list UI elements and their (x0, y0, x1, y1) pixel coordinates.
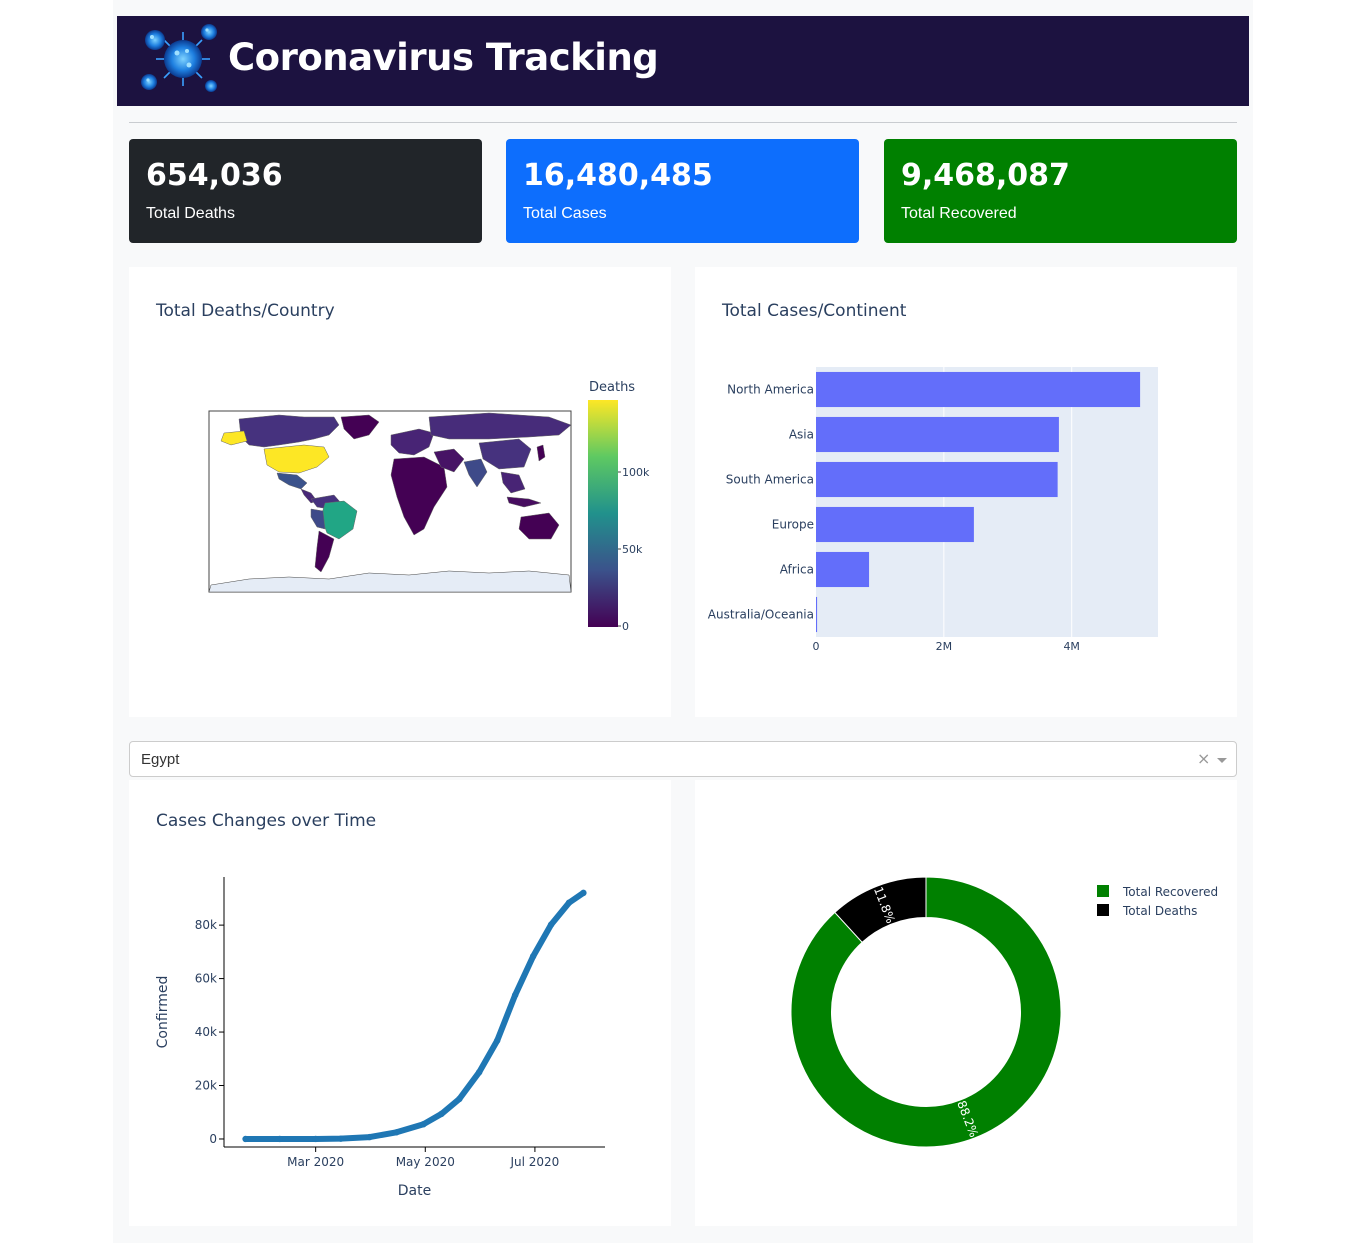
bar[interactable] (816, 551, 870, 588)
data-point[interactable] (493, 1037, 501, 1044)
divider (129, 122, 1237, 123)
y-tick-label: Africa (780, 563, 814, 577)
total-recovered-label: Total Recovered (901, 205, 1017, 222)
cases-over-time-card: Cases Changes over Time 80k 60k 40k 20k 0 Mar… (129, 780, 671, 1226)
data-point[interactable] (366, 1133, 373, 1141)
data-point[interactable] (337, 1135, 345, 1142)
bar[interactable] (816, 461, 1058, 498)
legend-label[interactable]: Total Deaths (1122, 904, 1197, 918)
outcome-donut-card: 88.2% 11.8% Total Recovered Total Deaths (695, 780, 1237, 1226)
clear-icon[interactable]: × (1197, 750, 1210, 770)
y-tick-label: 60k (195, 972, 217, 986)
virus-icon (141, 24, 217, 92)
line-chart[interactable]: 80k 60k 40k 20k 0 Mar 2020 May 2020 Jul 2020 Dat… (129, 780, 671, 1226)
x-tick-label: 4M (1063, 640, 1080, 653)
y-tick-label: Australia/Oceania (708, 608, 814, 622)
bar-chart[interactable]: 0 2M 4M North America Asia South America Europ… (695, 267, 1237, 717)
y-tick-label: North America (727, 383, 814, 397)
x-tick-label: 2M (936, 640, 953, 653)
data-point[interactable] (456, 1095, 463, 1103)
x-tick-label: Mar 2020 (287, 1155, 344, 1169)
data-point[interactable] (242, 1135, 249, 1143)
colorbar-title: Deaths (589, 380, 635, 395)
legend-swatch[interactable] (1097, 904, 1109, 916)
bar[interactable] (816, 596, 818, 633)
total-deaths-card: 654,036 Total Deaths (129, 139, 482, 243)
data-point[interactable] (529, 953, 537, 960)
bar[interactable] (816, 506, 974, 543)
data-point[interactable] (438, 1110, 445, 1118)
legend-swatch[interactable] (1097, 885, 1109, 897)
total-recovered-value: 9,468,087 (901, 158, 1070, 193)
dashboard: Coronavirus Tracking 654,036 Total Death… (113, 0, 1253, 1243)
total-cases-label: Total Cases (523, 205, 607, 222)
legend-label[interactable]: Total Recovered (1122, 885, 1218, 899)
colorbar (588, 400, 618, 627)
app-title: Coronavirus Tracking (228, 36, 659, 79)
y-axis-title: Confirmed (155, 976, 171, 1049)
y-tick-label: Asia (789, 428, 814, 442)
data-point[interactable] (312, 1135, 319, 1143)
deaths-map-card: Total Deaths/Country Deaths 100k 50k 0 (129, 267, 671, 717)
data-point[interactable] (511, 991, 519, 999)
y-tick-label: 0 (209, 1132, 217, 1146)
data-point[interactable] (547, 921, 555, 928)
donut-chart[interactable]: 88.2%11.8% Total RecoveredTotal Deaths (695, 780, 1237, 1226)
colorbar-tick-100k: 100k (622, 466, 650, 479)
total-deaths-value: 654,036 (146, 158, 283, 193)
x-tick-label: May 2020 (396, 1155, 455, 1169)
data-point[interactable] (580, 889, 587, 897)
data-point[interactable] (565, 899, 573, 906)
y-tick-label: 40k (195, 1025, 217, 1039)
confirmed-series-line[interactable] (242, 889, 587, 1142)
data-point[interactable] (475, 1068, 483, 1076)
choropleth-map[interactable]: Deaths 100k 50k 0 (129, 267, 671, 717)
bar[interactable] (816, 416, 1059, 453)
y-tick-label: Europe (772, 518, 814, 532)
colorbar-tick-0: 0 (622, 620, 629, 633)
x-axis-title: Date (398, 1183, 431, 1199)
cases-by-continent-card: Total Cases/Continent 0 2M 4M North America… (695, 267, 1237, 717)
y-tick-label: 20k (195, 1079, 217, 1093)
total-deaths-label: Total Deaths (146, 205, 235, 222)
plot-area (816, 367, 1158, 637)
country-dropdown[interactable]: Egypt × (129, 741, 1237, 777)
y-tick-label: 80k (195, 918, 217, 932)
y-tick-label: South America (726, 473, 814, 487)
total-cases-value: 16,480,485 (523, 158, 713, 193)
data-point[interactable] (276, 1135, 283, 1143)
data-point[interactable] (393, 1129, 400, 1136)
x-tick-label: Jul 2020 (509, 1155, 559, 1169)
colorbar-tick-50k: 50k (622, 543, 643, 556)
bar[interactable] (816, 371, 1141, 408)
total-cases-card: 16,480,485 Total Cases (506, 139, 859, 243)
x-tick-label: 0 (813, 640, 820, 653)
header-banner: Coronavirus Tracking (117, 16, 1249, 106)
dropdown-selected-value: Egypt (141, 751, 180, 768)
total-recovered-card: 9,468,087 Total Recovered (884, 139, 1237, 243)
chevron-down-icon[interactable] (1217, 758, 1227, 763)
data-point[interactable] (420, 1120, 427, 1128)
